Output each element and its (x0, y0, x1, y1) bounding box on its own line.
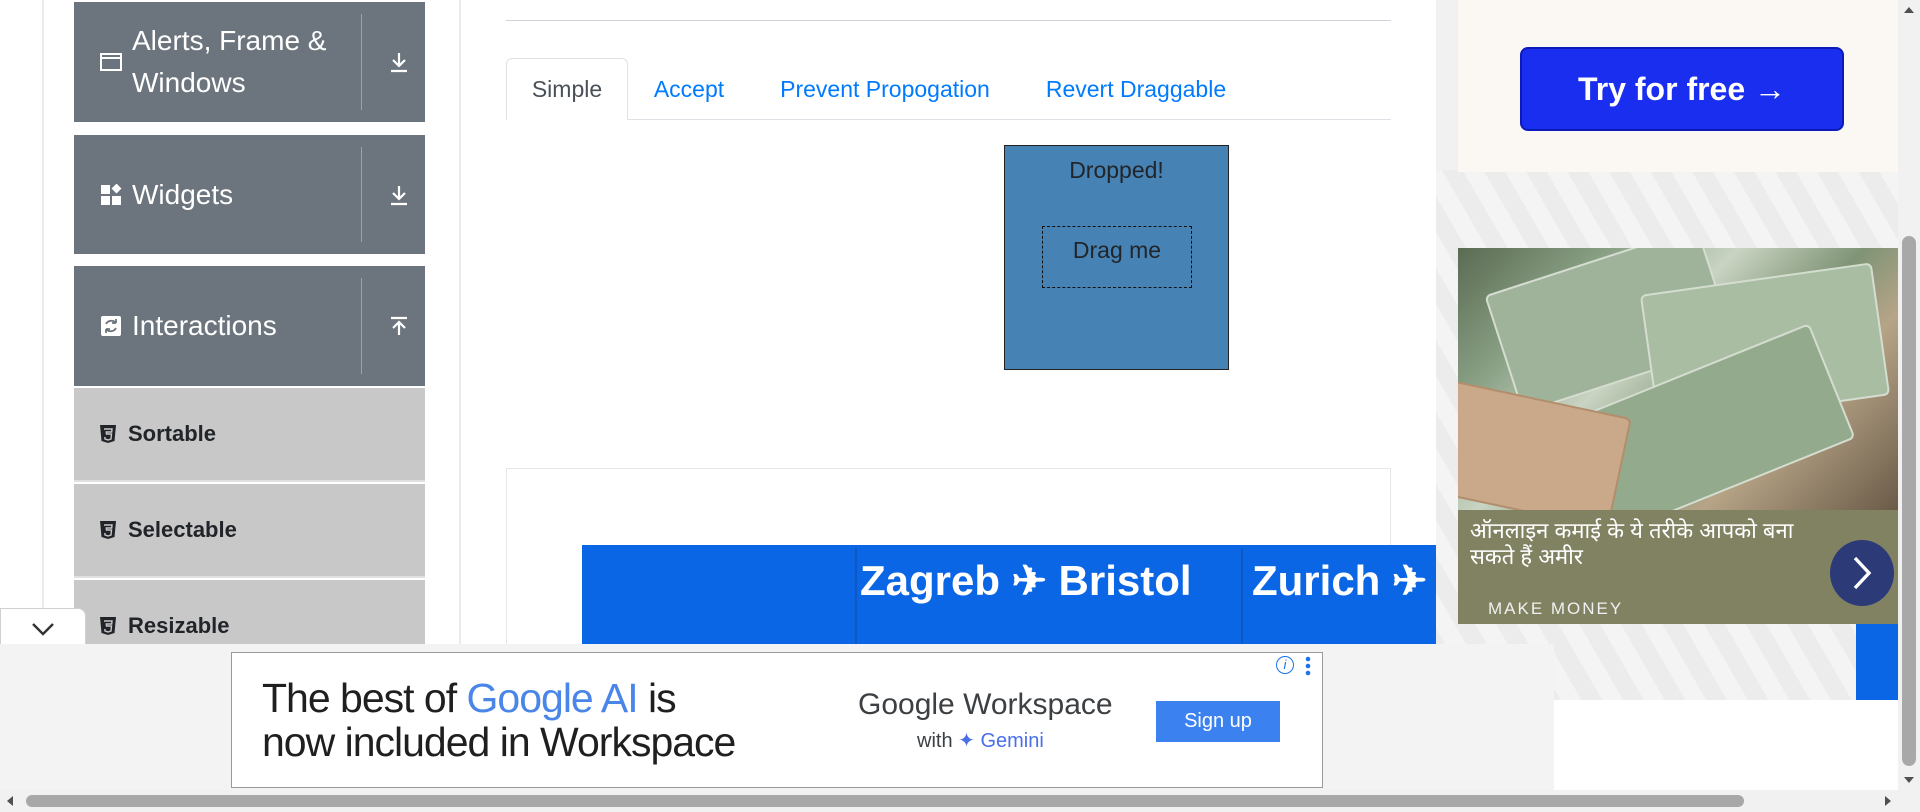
html5-icon (98, 520, 118, 540)
horizontal-scroll-thumb[interactable] (26, 795, 1744, 807)
next-ad-button[interactable] (1830, 540, 1894, 606)
upload-arrow-icon[interactable] (384, 312, 414, 342)
chevron-right-icon (1853, 556, 1872, 590)
html5-icon (98, 616, 118, 636)
draggable-box[interactable]: Drag me (1042, 226, 1192, 288)
more-vert-icon[interactable] (1305, 656, 1311, 676)
sidebar-group-widgets[interactable]: Widgets (74, 135, 425, 254)
group-separator (361, 278, 362, 374)
ad-headline-text: is (637, 675, 677, 721)
sidebar-item-label: Selectable (128, 517, 237, 542)
sign-up-button[interactable]: Sign up (1156, 701, 1280, 742)
sidebar-item-sortable[interactable]: Sortable (74, 388, 425, 482)
blue-ad-strip (1856, 624, 1898, 700)
sidebar-left-border (42, 0, 44, 660)
droppable-text: Dropped! (1069, 157, 1164, 183)
sidebar-item-label: Resizable (128, 613, 230, 638)
ad-headline-text: The best of (262, 675, 467, 721)
tab-accept[interactable]: Accept (638, 58, 740, 120)
sidebar-group-label: Alerts, Frame & Windows (132, 25, 327, 98)
download-arrow-icon[interactable] (384, 180, 414, 210)
ad-brand: Google Workspace (858, 688, 1113, 721)
tab-revert-draggable[interactable]: Revert Draggable (1030, 58, 1242, 120)
money-ad-category: MAKE MONEY (1488, 599, 1624, 618)
flight-route-secondary[interactable]: Zurich ✈ (1252, 556, 1427, 605)
widgets-icon (100, 183, 122, 206)
group-separator (361, 14, 362, 110)
sidebar-group-alerts[interactable]: Alerts, Frame & Windows (74, 2, 425, 122)
group-separator (361, 147, 362, 242)
sidebar-group-interactions[interactable]: Interactions (74, 266, 425, 386)
download-arrow-icon[interactable] (384, 47, 414, 77)
collapse-ad-tab[interactable] (0, 608, 86, 648)
ad-subtitle-text: with (917, 730, 959, 752)
ad-headline-highlight: Google AI (466, 675, 639, 721)
ad-subtitle: with ✦ Gemini (917, 728, 1044, 753)
chevron-down-icon (32, 622, 54, 636)
sidebar-group-label: Widgets (132, 178, 234, 210)
vertical-scroll-thumb[interactable] (1902, 236, 1916, 766)
ad-headline-text: now included in Workspace (262, 719, 736, 765)
money-ad-image[interactable] (1458, 248, 1898, 510)
money-ad-title[interactable]: ऑनलाइन कमाई के ये तरीके आपको बना सकते है… (1470, 518, 1800, 570)
html5-icon (98, 424, 118, 444)
tab-prevent-propogation[interactable]: Prevent Propogation (758, 58, 1012, 120)
sidebar-item-selectable[interactable]: Selectable (74, 484, 425, 578)
tab-simple[interactable]: Simple (506, 58, 628, 120)
sidebar-right-border (459, 0, 461, 660)
sidebar-item-label: Sortable (128, 421, 217, 446)
ad-headline: The best of Google AI is now included in… (262, 675, 736, 765)
flight-route-primary[interactable]: Zagreb ✈ Bristol (860, 556, 1192, 605)
sidebar-group-label: Interactions (132, 310, 277, 341)
info-icon[interactable]: i (1276, 656, 1294, 674)
ad-subtitle-gemini: ✦ Gemini (958, 730, 1044, 752)
content-divider (506, 20, 1391, 21)
interactions-icon (100, 315, 122, 337)
window-icon (100, 51, 122, 73)
try-for-free-button[interactable]: Try for free → (1520, 47, 1844, 131)
